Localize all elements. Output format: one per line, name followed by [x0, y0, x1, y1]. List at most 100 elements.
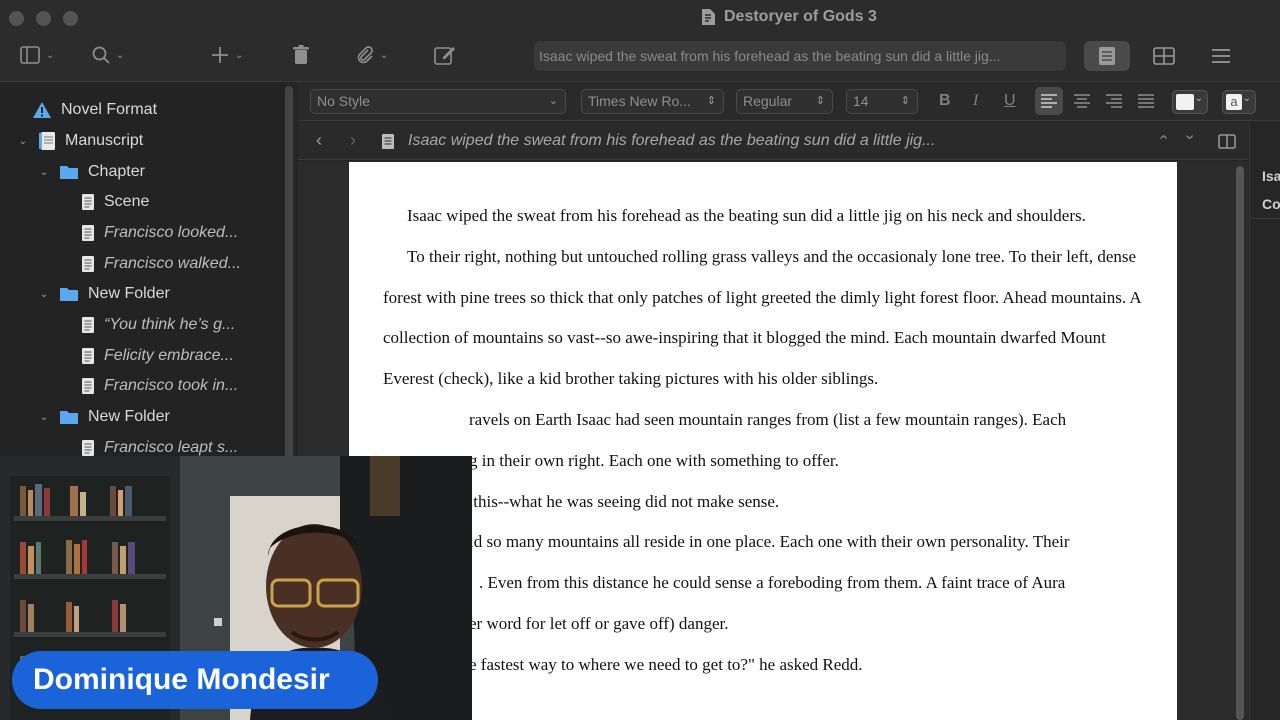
paragraph: e fastest way to where we need to get to… — [469, 654, 863, 674]
align-center-button[interactable] — [1068, 87, 1096, 115]
binder-item-label: Francisco took in... — [104, 377, 239, 394]
paragraph: . Even from this distance he could sense… — [479, 573, 1066, 593]
disclosure-triangle-icon[interactable]: ⌄ — [37, 289, 51, 300]
paragraph: ravels on Earth Isaac had seen mountain … — [469, 409, 1067, 429]
italic-button[interactable]: I — [973, 92, 978, 110]
justify-icon — [1138, 94, 1154, 108]
search-menu-button[interactable]: ⌄ — [92, 44, 124, 66]
next-document-icon[interactable]: › — [1181, 134, 1199, 139]
editor-page[interactable]: Isaac wiped the sweat from his forehead … — [349, 162, 1177, 720]
folder-icon — [60, 288, 78, 301]
binder-item-label: Manuscript — [65, 132, 144, 149]
grid-icon — [1153, 47, 1175, 65]
editor-text[interactable]: Isaac wiped the sweat from his forehead … — [383, 196, 1153, 686]
paragraph: er word for let off or gave off) danger. — [469, 613, 729, 633]
forward-arrow-icon[interactable]: › — [350, 130, 356, 151]
add-document-button[interactable]: ⌄ — [211, 44, 243, 66]
binder-item-new-folder[interactable]: ⌄ New Folder — [37, 280, 170, 308]
font-weight-select[interactable]: Regular ⇕ — [736, 89, 833, 114]
binder-item-novel-format[interactable]: Novel Format — [16, 96, 157, 124]
chevron-down-icon: ⌄ — [235, 49, 244, 61]
binder-item-document[interactable]: “You think he’s g... — [81, 311, 235, 339]
edit-icon — [434, 47, 455, 65]
inspector-divider — [1250, 218, 1280, 219]
binder-item-document[interactable]: Francisco walked... — [81, 250, 241, 278]
align-right-button[interactable] — [1100, 87, 1128, 115]
compose-button[interactable] — [434, 44, 456, 66]
binder-item-label: Francisco leapt s... — [104, 439, 239, 456]
plus-icon — [212, 47, 228, 63]
paragraph: Isaac wiped the sweat from his forehead … — [407, 206, 1086, 225]
search-icon — [92, 46, 110, 64]
inspector-title: Isa — [1262, 168, 1280, 184]
binder-item-document[interactable]: Felicity embrace... — [81, 342, 234, 370]
highlight-color-picker[interactable]: a ⌄ — [1222, 90, 1256, 114]
paragraph: ld so many mountains all reside in one p… — [469, 532, 1070, 552]
binder-item-label: Felicity embrace... — [104, 347, 234, 364]
person-head — [266, 524, 362, 648]
font-family-value: Times New Ro... — [588, 93, 691, 109]
disclosure-triangle-icon[interactable]: ⌄ — [37, 167, 51, 178]
zoom-window-button[interactable] — [63, 11, 78, 26]
binder-item-label: Chapter — [88, 163, 145, 180]
binder-item-manuscript[interactable]: ⌄ Manuscript — [16, 127, 143, 155]
header-document-title[interactable]: Isaac wiped the sweat from his forehead … — [408, 132, 935, 150]
align-left-button[interactable] — [1035, 87, 1063, 115]
align-right-icon — [1106, 94, 1122, 108]
split-editor-icon[interactable] — [1218, 134, 1236, 149]
binder-item-label: Novel Format — [61, 101, 158, 118]
paragraph-style-select[interactable]: No Style ⌄ — [310, 89, 566, 114]
document-icon — [82, 256, 94, 272]
close-window-button[interactable] — [9, 11, 24, 26]
back-arrow-icon[interactable]: ‹ — [316, 130, 322, 151]
font-family-select[interactable]: Times New Ro... ⇕ — [581, 89, 724, 114]
scrivener-window: Destoryer of Gods 3 ⌄ ⌄ ⌄ ⌄ Isaac wiped … — [0, 0, 1280, 720]
stepper-icon: ⇕ — [815, 95, 825, 107]
format-bar: No Style ⌄ Times New Ro... ⇕ Regular ⇕ 1… — [298, 83, 1280, 121]
editor-header-bar: ‹ › Isaac wiped the sweat from his foreh… — [298, 122, 1248, 160]
paperclip-icon — [357, 46, 373, 64]
sidebar-icon — [20, 46, 40, 64]
previous-document-icon[interactable]: ‹ — [1155, 134, 1173, 139]
chevron-down-icon: ⌄ — [116, 49, 125, 61]
disclosure-triangle-icon[interactable]: ⌄ — [16, 136, 30, 147]
editor-scrollbar[interactable] — [1236, 166, 1244, 720]
binder-item-label: Scene — [104, 193, 150, 210]
inspector-subtitle: Co — [1262, 196, 1280, 212]
minimize-window-button[interactable] — [36, 11, 51, 26]
binder-toggle-button[interactable]: ⌄ — [20, 44, 54, 66]
binder-item-document[interactable]: Francisco looked... — [81, 219, 238, 247]
disclosure-triangle-icon[interactable]: ⌄ — [37, 412, 51, 423]
document-icon — [82, 440, 94, 456]
binder-item-chapter[interactable]: ⌄ Chapter — [37, 158, 145, 186]
quick-search-field[interactable]: Isaac wiped the sweat from his forehead … — [534, 41, 1066, 71]
binder-item-document[interactable]: Francisco took in... — [81, 372, 238, 400]
highlight-swatch: a — [1226, 94, 1242, 110]
view-corkboard-button[interactable] — [1141, 41, 1187, 71]
binder-item-scene[interactable]: Scene — [81, 188, 149, 216]
manuscript-icon — [39, 132, 55, 150]
attachment-button[interactable]: ⌄ — [356, 44, 388, 66]
stepper-icon: ⇕ — [900, 95, 910, 107]
view-outline-button[interactable] — [1198, 41, 1244, 71]
bold-button[interactable]: B — [939, 92, 951, 110]
binder-item-label: Francisco looked... — [104, 224, 239, 241]
text-color-picker[interactable]: ⌄ — [1172, 90, 1208, 114]
justify-button[interactable] — [1132, 87, 1160, 115]
binder-item-label: New Folder — [88, 408, 170, 425]
trash-button[interactable] — [292, 44, 310, 66]
binder-scrollbar[interactable] — [285, 86, 293, 466]
document-view-icon — [1099, 47, 1115, 65]
font-size-value: 14 — [853, 93, 869, 109]
chevron-down-icon: ⌄ — [46, 49, 55, 61]
document-icon — [82, 225, 94, 241]
warning-icon — [33, 102, 51, 118]
font-size-field[interactable]: 14 ⇕ — [846, 89, 918, 114]
align-center-icon — [1074, 94, 1090, 108]
binder-item-new-folder[interactable]: ⌄ New Folder — [37, 403, 170, 431]
binder-item-label: New Folder — [88, 285, 170, 302]
underline-button[interactable]: U — [1004, 92, 1016, 110]
window-title: Destoryer of Gods 3 — [700, 8, 877, 26]
document-icon — [82, 378, 94, 394]
view-document-button[interactable] — [1084, 41, 1130, 71]
